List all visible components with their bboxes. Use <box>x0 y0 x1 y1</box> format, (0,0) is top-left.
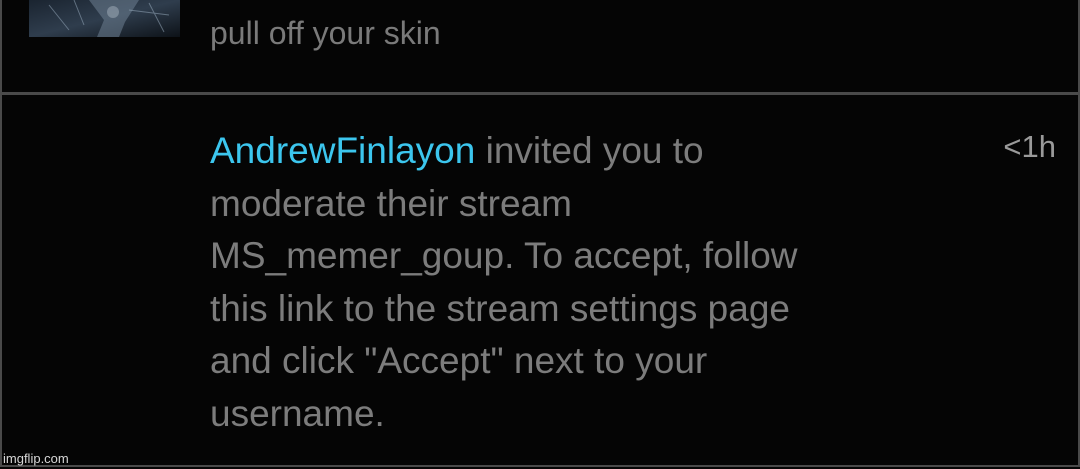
stream-thumbnail-image-icon <box>29 0 180 37</box>
notification-text: pull off your skin <box>210 15 441 51</box>
timestamp: <1h <box>1003 129 1056 164</box>
notification-item[interactable]: pull off your skin <box>2 0 1078 92</box>
message-line: this link to the stream settings page <box>210 287 790 329</box>
message-line: AndrewFinlayon invited you to <box>210 125 950 178</box>
message-line: MS_memer_goup. To accept, follow <box>210 235 798 276</box>
message-line: moderate their stream <box>210 182 572 224</box>
notification-item[interactable]: AndrewFinlayon invited you to moderate t… <box>2 95 1078 465</box>
message-line: username. <box>210 392 385 434</box>
message-text: invited you to <box>475 130 704 171</box>
notification-message: AndrewFinlayon invited you to moderate t… <box>210 125 950 440</box>
notification-list: pull off your skin AndrewFinlayon invite… <box>0 0 1080 467</box>
username-link[interactable]: AndrewFinlayon <box>210 130 475 171</box>
stream-thumbnail <box>29 0 180 37</box>
watermark: imgflip.com <box>3 451 69 466</box>
message-line: and click "Accept" next to your <box>210 340 708 381</box>
